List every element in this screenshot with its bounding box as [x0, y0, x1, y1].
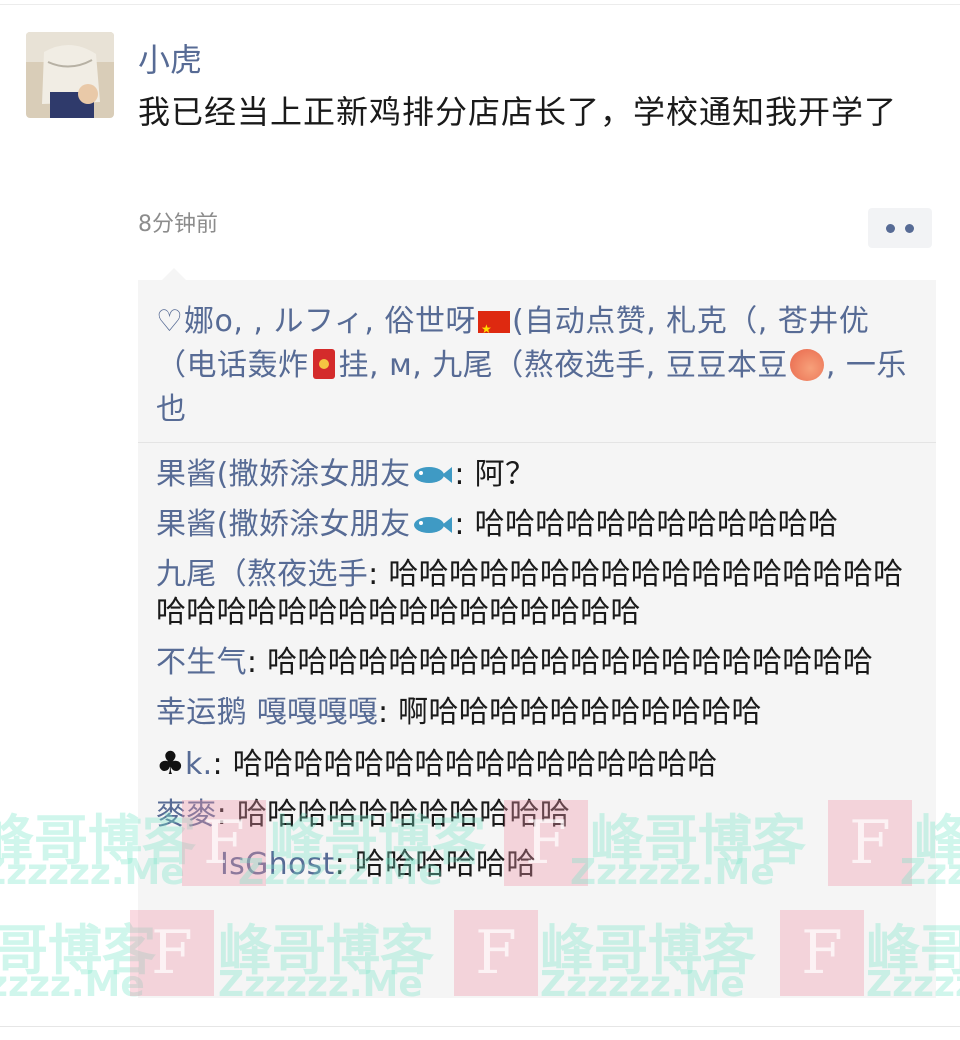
top-divider	[0, 4, 960, 5]
heart-icon: ♡	[156, 304, 184, 339]
bottom-divider	[0, 1026, 960, 1027]
comment-text: : 哈哈哈哈哈哈哈哈哈哈哈哈哈哈哈哈哈哈哈哈	[246, 645, 874, 680]
likes-comments-panel: ♡娜o, , ルフィ, 俗世呀(自动点赞, 札克（, 苍井优（电话轰炸挂, м,…	[138, 280, 936, 998]
post-timestamp: 8分钟前	[138, 212, 218, 237]
likes-names-4[interactable]: 挂, м, 九尾（熬夜选手, 豆豆本豆	[339, 348, 788, 383]
panel-notch	[162, 268, 186, 280]
fish-icon	[414, 517, 453, 533]
comment-item[interactable]: 麥麥: 哈哈哈哈哈哈哈哈哈哈哈	[156, 796, 916, 834]
comment-author[interactable]: k.	[185, 747, 213, 782]
more-dot-icon	[886, 223, 895, 233]
comment-author[interactable]: 不生气	[156, 645, 247, 680]
post-text: 我已经当上正新鸡排分店店长了，学校通知我开学了	[138, 93, 898, 131]
comment-item[interactable]: IsGhost: 哈哈哈哈哈哈	[156, 846, 916, 884]
comment-text: : 阿？	[454, 457, 536, 492]
watermark-url: Zzzzzz.Me	[0, 964, 145, 1005]
china-flag-icon	[477, 307, 510, 351]
comment-author[interactable]: 幸运鹅 嘎嘎嘎嘎	[156, 695, 378, 730]
comment-item[interactable]: 不生气: 哈哈哈哈哈哈哈哈哈哈哈哈哈哈哈哈哈哈哈哈	[156, 644, 916, 682]
likes-names-1[interactable]: 娜	[184, 304, 215, 339]
likes-names-2[interactable]: o, , ルフィ, 俗世呀	[215, 304, 476, 339]
avatar[interactable]	[26, 32, 114, 118]
comment-text: : 哈哈哈哈哈哈哈哈哈哈哈	[216, 797, 571, 832]
likes-list: ♡娜o, , ルフィ, 俗世呀(自动点赞, 札克（, 苍井优（电话轰炸挂, м,…	[156, 300, 926, 432]
comments-list: 果酱(撒娇涂女朋友 : 阿？ 果酱(撒娇涂女朋友 : 哈哈哈哈哈哈哈哈哈哈哈哈 九尾…	[156, 456, 916, 896]
comment-author[interactable]: 九尾（熬夜选手	[156, 557, 368, 592]
avatar-image	[26, 32, 114, 118]
watermark-text: 峰哥博客	[0, 919, 156, 982]
comment-item[interactable]: 九尾（熬夜选手: 哈哈哈哈哈哈哈哈哈哈哈哈哈哈哈哈哈哈哈哈哈哈哈哈哈哈哈哈哈哈哈…	[156, 556, 916, 632]
club-icon: ♣	[156, 744, 185, 782]
comment-author[interactable]: 麥麥	[156, 797, 217, 832]
fish-icon	[414, 467, 453, 483]
red-envelope-icon	[312, 349, 335, 379]
comment-item[interactable]: 幸运鹅 嘎嘎嘎嘎: 啊哈哈哈哈哈哈哈哈哈哈哈	[156, 694, 916, 732]
more-options-button[interactable]	[868, 208, 932, 248]
likes-comments-divider	[138, 442, 936, 443]
peach-icon	[789, 349, 824, 381]
more-dot-icon	[905, 223, 914, 233]
comment-item[interactable]: ♣k.: 哈哈哈哈哈哈哈哈哈哈哈哈哈哈哈哈	[156, 744, 916, 784]
comment-author[interactable]: 果酱(撒娇涂女朋友	[156, 507, 410, 542]
comment-item[interactable]: 果酱(撒娇涂女朋友 : 阿？	[156, 456, 916, 494]
post-author[interactable]: 小虎	[138, 38, 202, 82]
comment-item[interactable]: 果酱(撒娇涂女朋友 : 哈哈哈哈哈哈哈哈哈哈哈哈	[156, 506, 916, 544]
comment-text: : 啊哈哈哈哈哈哈哈哈哈哈哈	[377, 695, 762, 730]
comment-author[interactable]: IsGhost	[220, 847, 335, 882]
comment-author[interactable]: 果酱(撒娇涂女朋友	[156, 457, 410, 492]
comment-text: : 哈哈哈哈哈哈哈哈哈哈哈哈哈哈哈哈	[212, 747, 718, 782]
comment-text: : 哈哈哈哈哈哈哈哈哈哈哈哈	[454, 507, 839, 542]
comment-text: : 哈哈哈哈哈哈	[334, 847, 537, 882]
